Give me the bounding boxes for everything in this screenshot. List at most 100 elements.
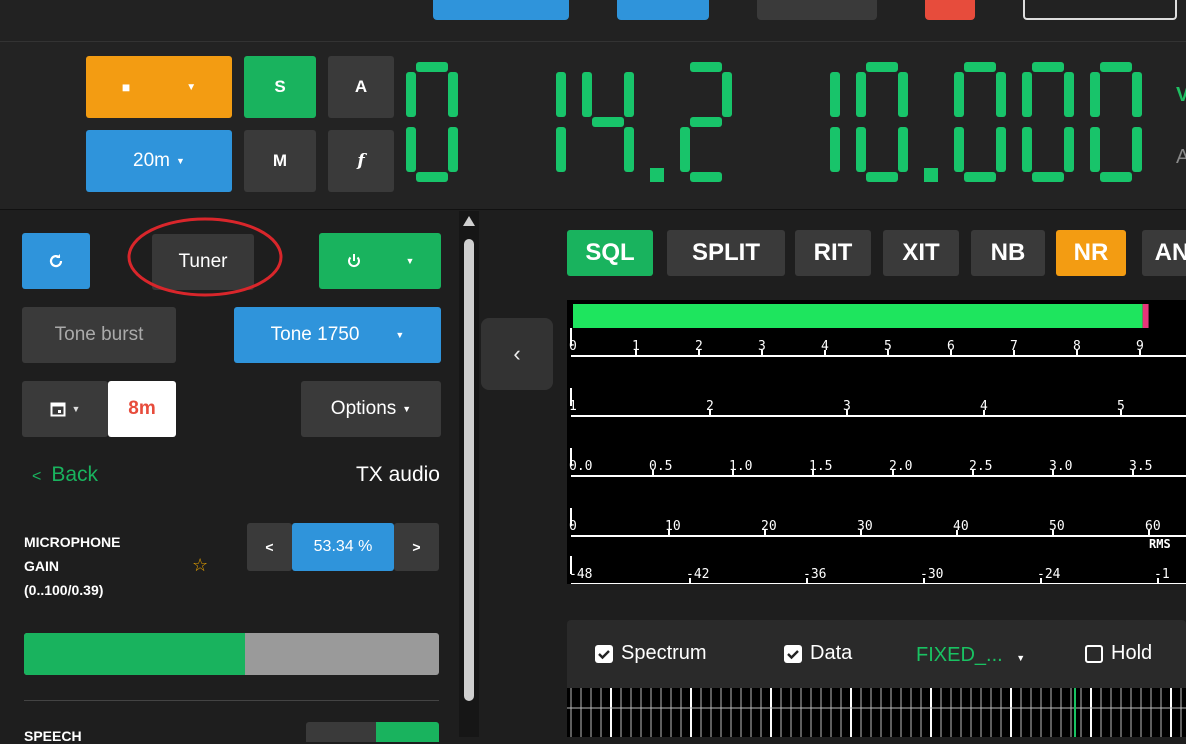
frequency-digit-segment [898,127,908,172]
meter-tick-label: 20 [761,519,777,534]
frequency-digit-segment [624,127,634,172]
speech-toggle-off[interactable] [306,722,376,742]
frequency-display[interactable] [400,62,1186,192]
frequency-digit-segment [416,62,448,72]
tone-select-label: Tone 1750 [270,324,360,345]
fixed-dropdown[interactable]: FIXED_... ▼ [916,644,1025,667]
left-panel-scrollbar[interactable] [459,211,479,737]
rms-label: RMS [1149,537,1171,551]
meter-tick-label: 1 [569,399,577,414]
tone-burst-button[interactable]: Tone burst [22,307,176,363]
band-dropdown[interactable]: 20m ▼ [86,130,232,192]
mic-gain-decrement[interactable]: < [247,523,292,571]
speech-toggle-on[interactable] [376,722,439,742]
toolbar-button-1[interactable] [433,0,569,20]
frequency-digit-segment [1132,127,1142,172]
meter-tick-label: 3 [843,399,851,414]
mic-gain-value[interactable]: 53.34 % [292,523,394,571]
meter-tick-label: 1 [632,339,640,354]
tag-rit[interactable]: RIT [795,230,871,276]
spectrum-checkbox[interactable]: Spectrum [595,642,707,665]
frequency-digit-segment [856,127,866,172]
frequency-digit-segment [830,72,840,117]
checkbox-checked-icon [595,644,613,663]
frequency-digit-segment [406,127,416,172]
frequency-digit-segment [866,172,898,182]
frequency-digit-segment [996,72,1006,117]
data-label: Data [810,642,853,664]
meter-tick-label: 4 [821,339,829,354]
mode-dropdown[interactable]: ■ ▼ [86,56,232,118]
top-toolbar [0,0,1186,42]
vfo-f-button[interactable]: f [328,130,394,192]
options-label: Options [330,398,397,419]
toolbar-button-3[interactable] [757,0,877,20]
vfo-s-button[interactable]: S [244,56,316,118]
mic-gain-label: MICROPHONE GAIN (0..100/0.39) [24,530,120,602]
meter-tick-label: 3 [758,339,766,354]
meter-tick-label: 60 [1145,519,1161,534]
chevron-down-icon: ▼ [186,81,197,93]
meter-level-bar [573,304,1143,328]
tag-nr[interactable]: NR [1056,230,1126,276]
meter-tick-label: 5 [1117,399,1125,414]
frequency-digit-segment [448,127,458,172]
tag-nb[interactable]: NB [971,230,1045,276]
toolbar-button-4[interactable] [925,0,975,20]
vfo-m-button[interactable]: M [244,130,316,192]
calendar-dropdown[interactable]: ▼ [22,381,108,437]
toolbar-button-2[interactable] [617,0,709,20]
hold-label: Hold [1111,642,1153,664]
frequency-decimal-point [924,168,938,182]
tag-an[interactable]: AN [1142,230,1186,276]
meter-tick-label: 1.0 [729,459,752,474]
spectrum-waterfall[interactable] [567,688,1186,737]
frequency-digit-segment [680,127,690,172]
collapse-panel-button[interactable]: ‹ [481,318,553,390]
options-dropdown[interactable]: Options ▼ [301,381,441,437]
tag-xit[interactable]: XIT [883,230,959,276]
star-icon[interactable]: ☆ [192,555,208,576]
frequency-digit-segment [1032,172,1064,182]
frequency-digit-segment [1090,127,1100,172]
mic-gain-increment[interactable]: > [394,523,439,571]
speech-label: SPEECH [24,728,82,744]
back-link[interactable]: < Back [32,463,98,487]
meter-tick-label: -48 [569,567,592,582]
tag-sql[interactable]: SQL [567,230,653,276]
frequency-digit-segment [582,72,592,117]
meter-tick-label: 9 [1136,339,1144,354]
scrollbar-thumb[interactable] [464,239,474,701]
tone-select-dropdown[interactable]: Tone 1750 ▼ [234,307,441,363]
hold-checkbox[interactable]: Hold [1085,642,1152,665]
tag-split[interactable]: SPLIT [667,230,785,276]
meter-tick-label: 2 [706,399,714,414]
spectrum-toolbar: Spectrum Data FIXED_... ▼ Hold [567,620,1186,690]
frequency-digit-segment [964,172,996,182]
scroll-up-icon[interactable] [463,216,475,226]
meter-tick-label: 2.0 [889,459,912,474]
power-dropdown[interactable]: ▼ [319,233,441,289]
mic-gain-range: (0..100/0.39) [24,582,104,598]
frequency-digit-segment [1132,72,1142,117]
meter-tick-label: -36 [803,567,826,582]
meter-tick-label: 2.5 [969,459,992,474]
frequency-digit-segment [866,62,898,72]
data-checkbox[interactable]: Data [784,642,852,665]
toolbar-input[interactable] [1023,0,1177,20]
frequency-digit-segment [898,72,908,117]
refresh-button[interactable] [22,233,90,289]
frequency-digit-segment [624,72,634,117]
meter-tick-label: 0 [569,339,577,354]
frequency-digit-segment [1100,172,1132,182]
calendar-icon [50,402,66,417]
vfo-a-button[interactable]: A [328,56,394,118]
band-8m-button[interactable]: 8m [108,381,176,437]
checkbox-unchecked-icon [1085,644,1103,663]
power-icon [347,254,360,267]
mic-gain-slider[interactable] [24,633,439,675]
chevron-left-icon: ‹ [513,341,521,366]
stop-icon: ■ [121,79,131,95]
fixed-label: FIXED_... [916,644,1003,666]
frequency-digit-segment [996,127,1006,172]
